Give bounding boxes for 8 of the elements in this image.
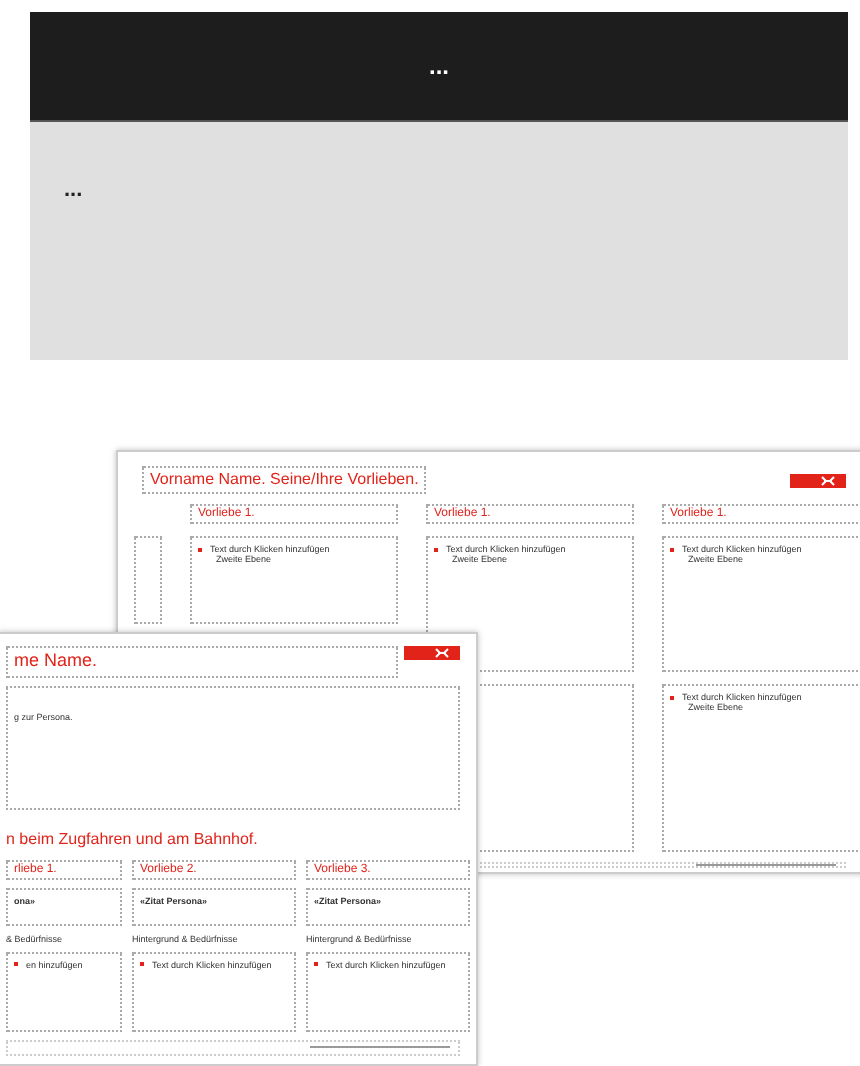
logo-icon: [790, 473, 846, 488]
section-title: n beim Zugfahren und am Bahnhof.: [6, 830, 260, 852]
panel-text: ...: [64, 178, 83, 202]
logo-icon: [404, 646, 460, 660]
slide-title: Vorname Name. Seine/Ihre Vorlieben.: [150, 470, 419, 491]
slide-title: me Name.: [14, 650, 100, 674]
header-title: ...: [428, 54, 449, 78]
side-label-box: [134, 536, 162, 625]
